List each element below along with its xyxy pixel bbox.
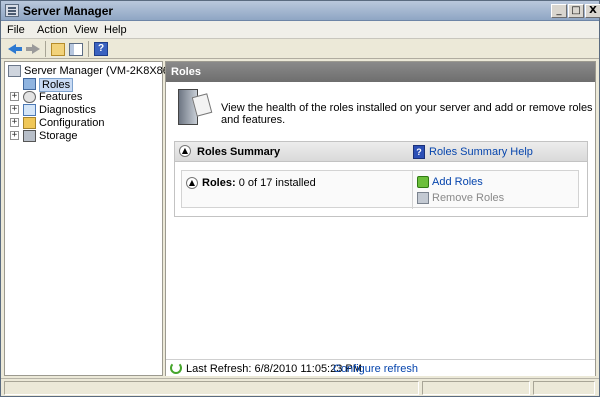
menu-view[interactable]: View [74,24,98,36]
storage-icon [23,130,36,142]
roles-value: 0 of 17 installed [238,177,316,189]
expand-icon[interactable]: + [10,118,19,127]
server-manager-window: Server Manager _ □ X File Action View He… [0,0,600,397]
roles-label: Roles: [202,177,236,189]
tree-item-label: Features [39,91,83,103]
minimize-button[interactable]: _ [551,4,567,18]
roles-summary-panel: ▲ Roles Summary ? Roles Summary Help ▲ R… [174,141,588,217]
status-pane [422,381,530,395]
tree-item-configuration[interactable]: + Configuration [10,117,120,130]
forward-arrow-icon[interactable] [25,41,41,57]
toolbar-separator [45,41,46,57]
menu-file[interactable]: File [7,24,25,36]
show-hide-tree-icon[interactable] [69,43,83,56]
help-book-icon: ? [413,145,425,159]
roles-summary-help-link[interactable]: Roles Summary Help [429,146,533,158]
tree-item-storage[interactable]: + Storage [10,130,110,143]
back-arrow-icon[interactable] [7,41,23,57]
navigation-tree: Server Manager (VM-2K8X86-ENG) Roles + F… [4,61,200,376]
collapse-icon[interactable]: ▲ [186,177,198,189]
menu-action[interactable]: Action [37,24,68,36]
tree-item-diagnostics[interactable]: + Diagnostics [10,104,110,117]
add-roles-link[interactable]: Add Roles [432,176,483,188]
tree-item-label: Storage [39,130,78,142]
roles-summary-title: Roles Summary [197,146,281,158]
page-title: Roles [166,62,595,82]
tree-root-server-manager[interactable]: Server Manager (VM-2K8X86-ENG) [8,65,200,78]
diagnostics-icon [23,104,36,116]
roles-summary-header: ▲ Roles Summary ? Roles Summary Help [175,142,587,162]
roles-count: Roles: 0 of 17 installed [202,177,316,189]
add-roles-icon [417,176,429,188]
expand-icon[interactable]: + [10,105,19,114]
close-button[interactable]: X [585,4,600,18]
roles-server-icon [176,87,216,127]
window-title: Server Manager [23,4,114,18]
tree-item-features[interactable]: + Features [10,91,110,104]
tree-item-label: Configuration [39,117,105,129]
roles-icon [23,78,36,90]
maximize-button[interactable]: □ [568,4,584,18]
up-folder-icon[interactable] [51,43,65,56]
status-pane [4,381,419,395]
tree-item-label: Diagnostics [39,104,96,116]
features-icon [23,91,36,103]
roles-section: ▲ Roles: 0 of 17 installed Add Roles Rem… [181,170,580,209]
title-bar[interactable]: Server Manager _ □ X [1,1,600,21]
tree-item-roles[interactable]: Roles [23,78,83,92]
roles-actions: Add Roles Remove Roles [412,171,580,209]
status-pane [533,381,595,395]
remove-roles-icon [417,192,429,204]
toolbar: ? [1,39,599,59]
remove-roles-link: Remove Roles [432,192,505,204]
menu-help[interactable]: Help [104,24,127,36]
collapse-icon[interactable]: ▲ [179,145,191,157]
tree-item-label: Roles [39,78,74,92]
configuration-icon [23,117,36,129]
refresh-bar: Last Refresh: 6/8/2010 11:05:23 PM Confi… [166,359,595,376]
expand-icon[interactable]: + [10,131,19,140]
server-icon [8,65,21,77]
expand-icon[interactable]: + [10,92,19,101]
refresh-icon[interactable] [170,362,182,374]
intro-text: View the health of the roles installed o… [221,102,593,126]
help-icon[interactable]: ? [94,42,108,56]
main-pane: Roles View the health of the roles insta… [165,61,596,376]
menu-bar: File Action View Help [1,21,599,39]
configure-refresh-link[interactable]: Configure refresh [333,363,418,375]
server-manager-icon [5,4,19,17]
status-bar [1,378,599,396]
toolbar-separator [88,41,89,57]
